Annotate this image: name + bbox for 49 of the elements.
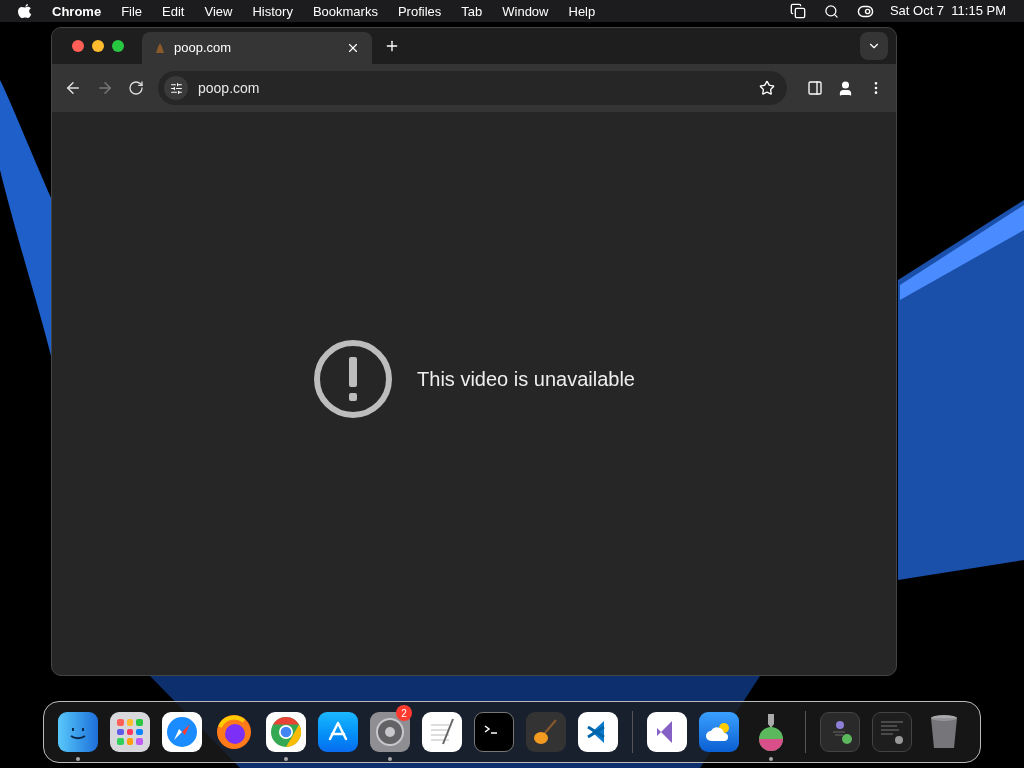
menu-item[interactable]: File (121, 4, 143, 18)
notification-badge: 2 (396, 705, 412, 721)
search-icon[interactable] (823, 3, 839, 19)
unavailable-message: This video is unavailable (417, 366, 635, 392)
exclamation-circle-icon (313, 338, 394, 419)
menu-item[interactable]: Edit (162, 4, 185, 18)
profile-icon[interactable] (837, 79, 854, 97)
clock[interactable]: Sat Oct 7 11:15 PM (889, 1, 1006, 21)
url-text: poop.com (198, 78, 260, 98)
menu-item[interactable]: Tab (461, 4, 483, 18)
reload-icon[interactable] (128, 80, 144, 96)
tab-title: poop.com (174, 39, 233, 58)
window-thumbnail-icon[interactable] (872, 712, 912, 752)
browser-tab[interactable]: poop.com (142, 32, 372, 64)
cloud-icon[interactable] (699, 712, 739, 752)
window-thumbnail-icon[interactable] (820, 712, 860, 752)
close-icon[interactable] (346, 41, 360, 55)
zoom-window-button[interactable] (112, 40, 124, 52)
side-panel-icon[interactable] (807, 80, 823, 96)
apple-logo-icon[interactable] (18, 3, 32, 19)
menu-item[interactable]: Help (568, 4, 596, 18)
back-icon[interactable] (64, 79, 82, 97)
favicon-icon (154, 42, 166, 54)
bookmark-star-icon[interactable] (759, 80, 775, 96)
new-tab-icon[interactable] (384, 38, 400, 54)
launchpad-grid-icon[interactable] (110, 712, 150, 752)
site-settings-button[interactable] (164, 76, 188, 100)
menu-item[interactable]: Bookmarks (312, 4, 378, 18)
running-indicator (388, 757, 392, 761)
minimize-window-button[interactable] (92, 40, 104, 52)
address-bar[interactable]: poop.com (158, 71, 787, 105)
close-window-button[interactable] (72, 40, 84, 52)
app-menu[interactable]: Chrome (52, 4, 102, 18)
running-indicator (769, 757, 773, 761)
tab-search-button[interactable] (860, 32, 888, 60)
running-indicator (76, 757, 80, 761)
menu-item[interactable]: Window (502, 4, 549, 18)
ide-logo-icon[interactable] (647, 712, 687, 752)
terminal-icon[interactable] (474, 712, 514, 752)
app-store-icon[interactable] (318, 712, 358, 752)
compass-icon[interactable] (162, 712, 202, 752)
running-indicator (284, 757, 288, 761)
code-editor-icon[interactable] (578, 712, 618, 752)
menu-item[interactable]: History (252, 4, 293, 18)
menu-item[interactable]: View (204, 4, 233, 18)
menu-item[interactable]: Profiles (397, 4, 442, 18)
notepad-pen-icon[interactable] (422, 712, 462, 752)
sliders-icon (169, 81, 183, 95)
screen-mirroring-icon[interactable] (789, 3, 806, 19)
